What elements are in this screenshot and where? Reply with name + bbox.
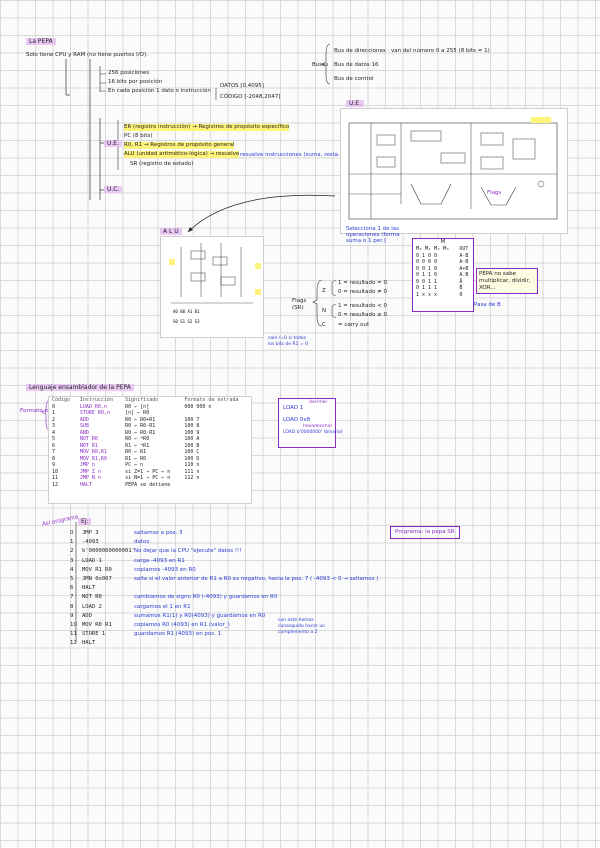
program-line-number: 3 bbox=[70, 557, 74, 564]
ue-circuit-drawing bbox=[348, 117, 558, 220]
flag-c: = carry out bbox=[338, 322, 370, 328]
alu-title: A L U bbox=[160, 228, 182, 235]
program-line-code: HALT bbox=[82, 585, 96, 592]
program-line-code: HALT bbox=[82, 640, 96, 647]
cell: 0 bbox=[459, 291, 463, 298]
ue-item-er: ER (registro instrucción) → Registros de… bbox=[124, 124, 290, 131]
load-type-hex: hexadecimal bbox=[303, 424, 332, 429]
bus-control: Bus de control bbox=[334, 76, 374, 82]
table-row: 1 x x x 0 bbox=[413, 292, 473, 299]
ram-range-data: DATOS [0,4095] bbox=[220, 83, 264, 89]
load-box: LOAD 1 LOAD 0x8 LOAD b'0000000' (binario… bbox=[278, 398, 343, 448]
alu-diagram: A0 B0 A1 B1 S0 S1 S2 S3 bbox=[160, 236, 264, 338]
program-line-code: STORE 1 bbox=[82, 631, 106, 638]
table-cell bbox=[181, 482, 251, 489]
table-cell: 12 bbox=[52, 481, 59, 488]
bus-address: Bus de direcciones · van del número 0 a … bbox=[334, 48, 490, 54]
program-line-comment: saltamos a pos. 3 bbox=[134, 530, 183, 536]
alu-pass-note: Pasa de B bbox=[474, 302, 501, 308]
program-line-comment: cargamos el 1 en R1 bbox=[134, 603, 191, 610]
program-line-code: -4093 bbox=[82, 539, 99, 546]
program-line-comment: carga -4093 en R1 bbox=[134, 557, 185, 564]
bus-data: Bus de datos 16 bbox=[334, 62, 379, 68]
ram-item-2: En cada posición 1 dato o instrucción bbox=[108, 88, 211, 94]
flags-callout: Flags bbox=[487, 190, 502, 196]
buses-label: Buses bbox=[312, 62, 329, 68]
alu-ops-header-top: M bbox=[440, 239, 446, 245]
ram-item-1: 16 bits por posición bbox=[108, 79, 163, 85]
program-line-code: b'0000000000001' bbox=[82, 548, 135, 555]
program-line-code: ADD bbox=[82, 612, 92, 619]
svg-text:A0 B0 A1 B1: A0 B0 A1 B1 bbox=[173, 309, 200, 314]
program-line-number: 5 bbox=[70, 576, 74, 582]
flag-z-1: 1 = resultado = 0 bbox=[338, 280, 387, 286]
ram-range-code: CÓDIGO [-2048,2047] bbox=[220, 94, 281, 100]
program-line-number: 11 bbox=[70, 631, 77, 638]
uc-label: U.C. bbox=[104, 186, 123, 193]
example-label: Ej: bbox=[78, 518, 92, 525]
ue-alu-note: resuelve instrucciones (suma, resta...) bbox=[240, 152, 346, 158]
instruction-table: Código Instrucción Significado Formato d… bbox=[48, 396, 252, 504]
load-line-3: LOAD b'0000000' (binario) bbox=[283, 430, 343, 435]
svg-text:S0 S1 S2 S3: S0 S1 S2 S3 bbox=[173, 319, 200, 324]
load-line-1: LOAD 1 bbox=[283, 405, 304, 411]
program-line-comment: copiamos -4093 en R0 bbox=[134, 566, 196, 573]
load-type-decimal: decimal bbox=[309, 400, 327, 405]
ue-item-pc: PC (8 bits) bbox=[124, 133, 153, 139]
flags-label: Flags (SR) bbox=[292, 298, 307, 311]
ue-diagram-note: Selecciona 1 de las operaciones (forma s… bbox=[346, 226, 400, 244]
program-line-number: 8 bbox=[70, 603, 74, 610]
program-side-note: con este hemos conseguido hacer un compl… bbox=[278, 618, 326, 635]
program-line-number: 0 bbox=[70, 530, 74, 536]
program-line-number: 2 bbox=[70, 548, 74, 555]
table-row: 12 HALT PEPA se detiene bbox=[49, 482, 251, 489]
flag-n-label: N bbox=[322, 308, 327, 314]
ue-item-alu: ALU (unidad aritmético-lógica) → resuelv… bbox=[124, 151, 240, 158]
program-line-comment: copiamos R0 (4093) en R1 (valor_) bbox=[134, 622, 230, 628]
flag-z-label: Z bbox=[322, 288, 326, 294]
program-line-code: JMP 3 bbox=[82, 530, 99, 536]
flag-z-0: 0 = resultado ≠ 0 bbox=[338, 289, 387, 295]
program-line-number: 9 bbox=[70, 612, 74, 619]
table-cell: HALT bbox=[79, 481, 92, 488]
section2-title: Lenguaje ensamblador de la PEPA bbox=[26, 384, 134, 391]
instruction-rows: 0 LOAD R0,n R0 ← [n] 000 000 n 1 STORE R0,n [n… bbox=[49, 404, 251, 489]
alu-note: sale r=0 si todos los bits de R1 = 0 bbox=[268, 336, 308, 347]
ue-diagram-title: U.E. bbox=[346, 100, 364, 107]
program-line-comment: salta si el valor anterior de R1 a R0 es… bbox=[134, 576, 379, 582]
program-line-number: 7 bbox=[70, 594, 74, 601]
program-line-number: 1 bbox=[70, 539, 74, 546]
ue-label: U.E. bbox=[104, 140, 122, 147]
alu-circuit-drawing: A0 B0 A1 B1 S0 S1 S2 S3 bbox=[169, 243, 261, 324]
cell: 1 x x x bbox=[416, 291, 438, 298]
table-cell: PEPA se detiene bbox=[125, 481, 171, 488]
ue-item-r0r1: R0, R1 → Registros de propósito general bbox=[124, 142, 235, 149]
program-line-code: LOAD 1 bbox=[82, 557, 102, 564]
flag-c-label: C bbox=[322, 322, 326, 328]
program-line-comment: datos bbox=[134, 539, 150, 546]
program-line-comment: sumamos R1(1) y R0(4093) y guardamos en … bbox=[134, 612, 266, 619]
program-line-number: 10 bbox=[70, 622, 77, 628]
program-line-code: MOV R0 R1 bbox=[82, 622, 112, 628]
program-line-comment: No dejar que la CPU "ejecute" datos !!! bbox=[134, 548, 242, 555]
program-line-number: 12 bbox=[70, 640, 77, 647]
program-line-code: LOAD 2 bbox=[82, 603, 102, 610]
program-label: Programa: la pepa SR bbox=[390, 526, 460, 539]
program-line-comment: cambiamos de signo R0 (-4093) y guardamo… bbox=[134, 594, 278, 601]
program-line-number: 6 bbox=[70, 585, 74, 592]
program-line-comment: guardamos R1 (4093) en pos. 1 bbox=[134, 631, 222, 638]
alu-ops-note: PEPA no sabe multiplicar, dividir, XOR..… bbox=[476, 268, 538, 294]
program-line-code: MOV R1 R0 bbox=[82, 566, 112, 573]
ue-item-sr: SR (registro de estado) bbox=[130, 161, 194, 167]
alu-ops-table: M M₀ M₁ M₂ M₃ OUT 0 1 0 0 A-B 0 0 0 0 A-B … bbox=[412, 238, 474, 312]
flag-n-1: 1 = resultado < 0 bbox=[338, 303, 387, 309]
ram-item-0: 256 posiciones bbox=[108, 70, 150, 76]
program-line-number: 4 bbox=[70, 566, 74, 573]
flag-n-0: 0 = resultado ≥ 0 bbox=[338, 312, 387, 318]
ue-diagram bbox=[340, 108, 568, 234]
program-line-code: NOT R0 bbox=[82, 594, 102, 601]
program-line-code: JMN 0x007 bbox=[82, 576, 112, 582]
